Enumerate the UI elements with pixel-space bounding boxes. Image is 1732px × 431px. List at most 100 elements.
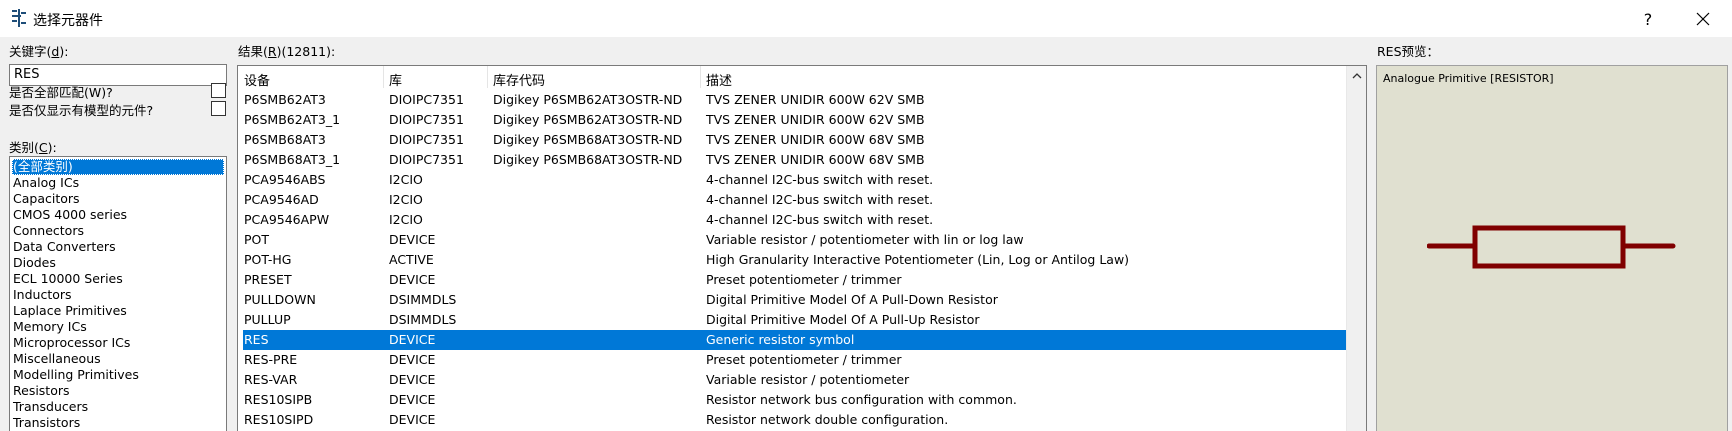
- description-cell: Resistor network bus configuration with …: [706, 392, 1017, 407]
- resistor-symbol: [1427, 225, 1676, 269]
- device-cell: PRESET: [244, 272, 292, 287]
- table-row[interactable]: RES DEVICE Generic resistor symbol: [243, 330, 1346, 350]
- device-cell: POT: [244, 232, 270, 247]
- category-item[interactable]: Laplace Primitives: [10, 303, 226, 319]
- category-item[interactable]: Transistors: [10, 415, 226, 431]
- table-row[interactable]: RES10SIPB DEVICE Resistor network bus conf…: [243, 390, 1346, 410]
- scroll-up-button[interactable]: [1347, 66, 1366, 86]
- library-cell: DIOIPC7351: [389, 112, 464, 127]
- category-item[interactable]: Diodes: [10, 255, 226, 271]
- library-cell: DEVICE: [389, 272, 436, 287]
- description-cell: 4-channel I2C-bus switch with reset.: [706, 172, 934, 187]
- column-header-library[interactable]: 库: [389, 70, 402, 89]
- description-cell: Variable resistor / potentiometer with l…: [706, 232, 1024, 247]
- match-all-checkbox[interactable]: [211, 83, 226, 98]
- results-label: 结果(R)(12811):: [238, 44, 336, 59]
- device-cell: POT-HG: [244, 252, 292, 267]
- library-cell: DIOIPC7351: [389, 152, 464, 167]
- description-cell: TVS ZENER UNIDIR 600W 68V SMB: [706, 152, 925, 167]
- library-cell: DSIMMDLS: [389, 292, 457, 307]
- library-cell: ACTIVE: [389, 252, 434, 267]
- device-cell: PULLUP: [244, 312, 291, 327]
- library-cell: DEVICE: [389, 392, 436, 407]
- keyword-label: 关键字(d):: [9, 44, 69, 59]
- table-row[interactable]: RES10SIPD DEVICE Resistor network double c…: [243, 410, 1346, 430]
- table-row[interactable]: POT DEVICE Variable resistor / potentiomet…: [243, 230, 1346, 250]
- category-item[interactable]: Memory ICs: [10, 319, 226, 335]
- preview-caption: Analogue Primitive [RESISTOR]: [1383, 72, 1554, 85]
- stock-code-cell: Digikey P6SMB68AT3OSTR-ND: [493, 132, 683, 147]
- device-cell: P6SMB68AT3_1: [244, 152, 341, 167]
- category-item[interactable]: Modelling Primitives: [10, 367, 226, 383]
- window-title: 选择元器件: [33, 13, 103, 29]
- close-icon: [1696, 12, 1710, 26]
- description-cell: Digital Primitive Model Of A Pull-Down R…: [706, 292, 998, 307]
- category-item[interactable]: Inductors: [10, 287, 226, 303]
- library-cell: DEVICE: [389, 332, 436, 347]
- table-row[interactable]: PCA9546AD I2CIO 4-channel I2C-bus switch w…: [243, 190, 1346, 210]
- category-label: 类别(C):: [9, 140, 57, 155]
- description-cell: TVS ZENER UNIDIR 600W 68V SMB: [706, 132, 925, 147]
- category-item[interactable]: Capacitors: [10, 191, 226, 207]
- table-row[interactable]: PULLUP DSIMMDLS Digital Primitive Model Of…: [243, 310, 1346, 330]
- models-only-label: 是否仅显示有模型的元件?: [9, 103, 154, 118]
- description-cell: TVS ZENER UNIDIR 600W 62V SMB: [706, 92, 925, 107]
- category-item[interactable]: (全部类别): [12, 159, 224, 175]
- close-button[interactable]: [1678, 4, 1728, 34]
- models-only-checkbox[interactable]: [211, 101, 226, 116]
- category-item[interactable]: Miscellaneous: [10, 351, 226, 367]
- results-table[interactable]: 设备 库 库存代码 描述 P6SMB62AT3 DIOIPC7351 Digikey…: [237, 65, 1367, 431]
- device-cell: RES: [244, 332, 269, 347]
- results-scrollbar[interactable]: [1346, 66, 1366, 431]
- category-item[interactable]: ECL 10000 Series: [10, 271, 226, 287]
- category-item[interactable]: CMOS 4000 series: [10, 207, 226, 223]
- results-header: 设备 库 库存代码 描述: [238, 66, 1346, 90]
- library-cell: DIOIPC7351: [389, 92, 464, 107]
- device-cell: PCA9546AD: [244, 192, 319, 207]
- description-cell: 4-channel I2C-bus switch with reset.: [706, 192, 934, 207]
- library-cell: DEVICE: [389, 232, 436, 247]
- category-item[interactable]: Transducers: [10, 399, 226, 415]
- chevron-up-icon: [1352, 73, 1361, 79]
- column-header-description[interactable]: 描述: [706, 70, 732, 89]
- stock-code-cell: Digikey P6SMB62AT3OSTR-ND: [493, 112, 683, 127]
- library-cell: DEVICE: [389, 352, 436, 367]
- device-cell: RES-VAR: [244, 372, 298, 387]
- table-row[interactable]: PULLDOWN DSIMMDLS Digital Primitive Model …: [243, 290, 1346, 310]
- table-row[interactable]: P6SMB62AT3_1 DIOIPC7351 Digikey P6SMB62AT3…: [243, 110, 1346, 130]
- category-item[interactable]: Analog ICs: [10, 175, 226, 191]
- table-row[interactable]: P6SMB68AT3 DIOIPC7351 Digikey P6SMB68AT3OS…: [243, 130, 1346, 150]
- device-cell: RES10SIPB: [244, 392, 313, 407]
- title-bar: 选择元器件 ?: [0, 0, 1732, 37]
- component-picker-icon: [12, 9, 26, 27]
- library-cell: DIOIPC7351: [389, 132, 464, 147]
- category-list[interactable]: (全部类别) Analog ICs Capacitors CMOS 4000 seri…: [9, 156, 227, 431]
- category-item[interactable]: Connectors: [10, 223, 226, 239]
- library-cell: I2CIO: [389, 212, 423, 227]
- device-cell: PCA9546ABS: [244, 172, 326, 187]
- description-cell: Digital Primitive Model Of A Pull-Up Res…: [706, 312, 980, 327]
- help-button[interactable]: ?: [1620, 4, 1676, 34]
- stock-code-cell: Digikey P6SMB62AT3OSTR-ND: [493, 92, 683, 107]
- description-cell: Preset potentiometer / trimmer: [706, 352, 902, 367]
- description-cell: Variable resistor / potentiometer: [706, 372, 910, 387]
- table-row[interactable]: PCA9546ABS I2CIO 4-channel I2C-bus switch …: [243, 170, 1346, 190]
- device-cell: PCA9546APW: [244, 212, 330, 227]
- table-row[interactable]: POT-HG ACTIVE High Granularity Interactive…: [243, 250, 1346, 270]
- column-header-device[interactable]: 设备: [244, 70, 270, 89]
- category-item[interactable]: Resistors: [10, 383, 226, 399]
- category-item[interactable]: Data Converters: [10, 239, 226, 255]
- table-row[interactable]: PRESET DEVICE Preset potentiometer / trimm…: [243, 270, 1346, 290]
- library-cell: I2CIO: [389, 192, 423, 207]
- device-cell: P6SMB68AT3: [244, 132, 326, 147]
- table-row[interactable]: RES-PRE DEVICE Preset potentiometer / trim…: [243, 350, 1346, 370]
- results-rows: P6SMB62AT3 DIOIPC7351 Digikey P6SMB62AT3OS…: [243, 90, 1346, 430]
- table-row[interactable]: RES-VAR DEVICE Variable resistor / potenti…: [243, 370, 1346, 390]
- table-row[interactable]: P6SMB62AT3 DIOIPC7351 Digikey P6SMB62AT3OS…: [243, 90, 1346, 110]
- table-row[interactable]: PCA9546APW I2CIO 4-channel I2C-bus switch …: [243, 210, 1346, 230]
- column-header-stock-code[interactable]: 库存代码: [493, 70, 545, 89]
- table-row[interactable]: P6SMB68AT3_1 DIOIPC7351 Digikey P6SMB68AT3…: [243, 150, 1346, 170]
- description-cell: 4-channel I2C-bus switch with reset.: [706, 212, 934, 227]
- category-item[interactable]: Microprocessor ICs: [10, 335, 226, 351]
- device-cell: RES10SIPD: [244, 412, 314, 427]
